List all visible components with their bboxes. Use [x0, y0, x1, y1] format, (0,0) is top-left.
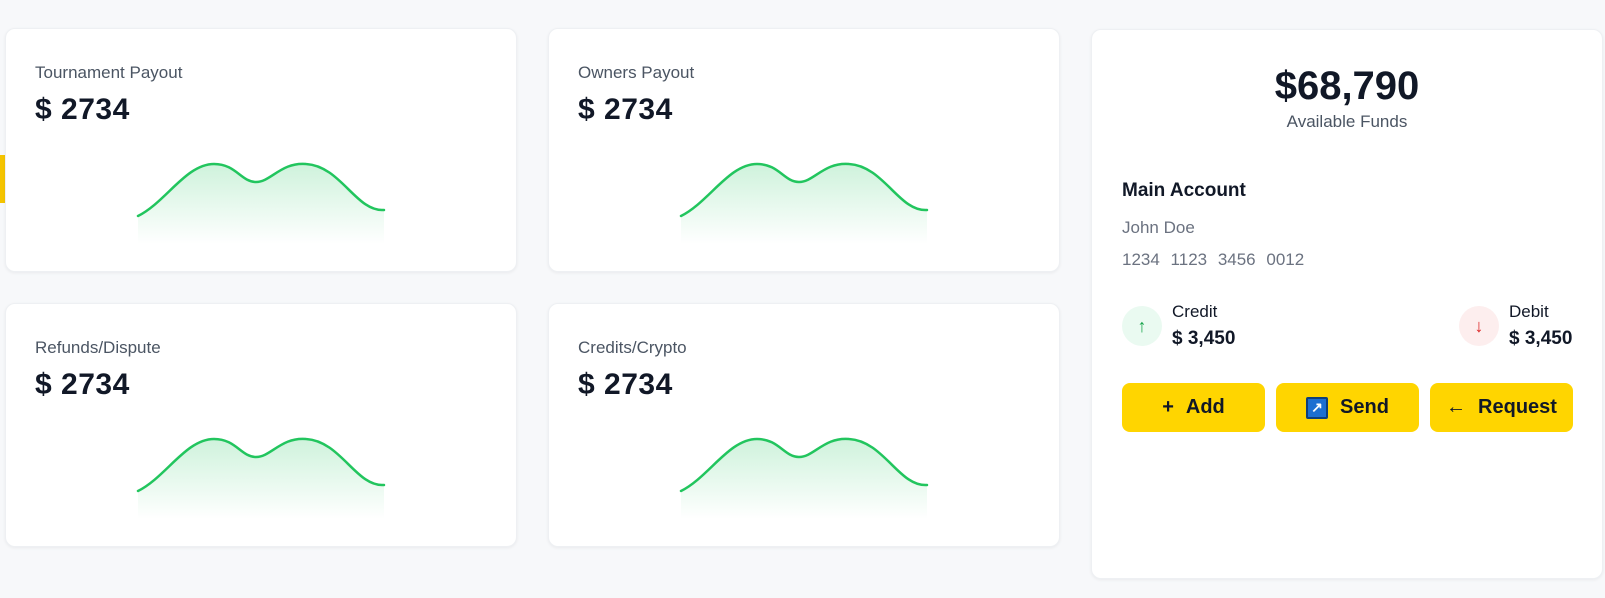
- stat-value: $ 2734: [35, 368, 130, 401]
- stat-title: Refunds/Dispute: [35, 338, 161, 357]
- account-holder: John Doe: [1122, 218, 1195, 237]
- stat-value: $ 2734: [578, 93, 673, 126]
- stat-title: Credits/Crypto: [578, 338, 687, 357]
- add-button-label: Add: [1185, 396, 1225, 418]
- arrow-down-icon: ↓: [1459, 306, 1499, 346]
- account-title: Main Account: [1122, 180, 1246, 201]
- funds-label: Available Funds: [1286, 112, 1408, 131]
- send-button-label: Send: [1340, 396, 1389, 418]
- plus-icon: +: [1162, 396, 1174, 418]
- stat-title: Tournament Payout: [35, 63, 183, 82]
- arrow-left-icon: ←: [1446, 396, 1467, 418]
- stat-value: $ 2734: [578, 368, 673, 401]
- request-button[interactable]: ← Request: [1430, 383, 1573, 432]
- sparkline-area: [138, 163, 384, 244]
- stat-card-refunds-dispute: Refunds/Dispute $ 2734: [5, 303, 517, 547]
- stat-card-tournament-payout: Tournament Payout $ 2734: [5, 28, 517, 272]
- sparkline-area: [681, 163, 927, 244]
- funds-amount: $68,790: [1274, 64, 1420, 108]
- arrow-up-icon: ↑: [1122, 306, 1162, 346]
- debit-label: Debit: [1509, 302, 1549, 321]
- account-number: 1234 1123 3456 0012: [1122, 250, 1305, 269]
- sparkline-chart: [136, 437, 386, 519]
- sparkline-chart: [679, 437, 929, 519]
- stat-title: Owners Payout: [578, 63, 695, 82]
- available-funds-card: $68,790 Available Funds Main Account Joh…: [1091, 29, 1603, 579]
- stat-card-credits-crypto: Credits/Crypto $ 2734: [548, 303, 1060, 547]
- credit-value: $ 3,450: [1172, 328, 1236, 349]
- stat-card-owners-payout: Owners Payout $ 2734: [548, 28, 1060, 272]
- sparkline-area: [681, 438, 927, 519]
- add-button[interactable]: + Add: [1122, 383, 1265, 432]
- sparkline-chart: [136, 162, 386, 244]
- debit-value: $ 3,450: [1509, 328, 1573, 349]
- sparkline-area: [138, 438, 384, 519]
- request-button-label: Request: [1478, 396, 1557, 418]
- send-arrow-icon: ↗: [1306, 396, 1329, 419]
- send-button[interactable]: ↗ Send: [1276, 383, 1419, 432]
- credit-label: Credit: [1172, 302, 1218, 321]
- sparkline-chart: [679, 162, 929, 244]
- stat-value: $ 2734: [35, 93, 130, 126]
